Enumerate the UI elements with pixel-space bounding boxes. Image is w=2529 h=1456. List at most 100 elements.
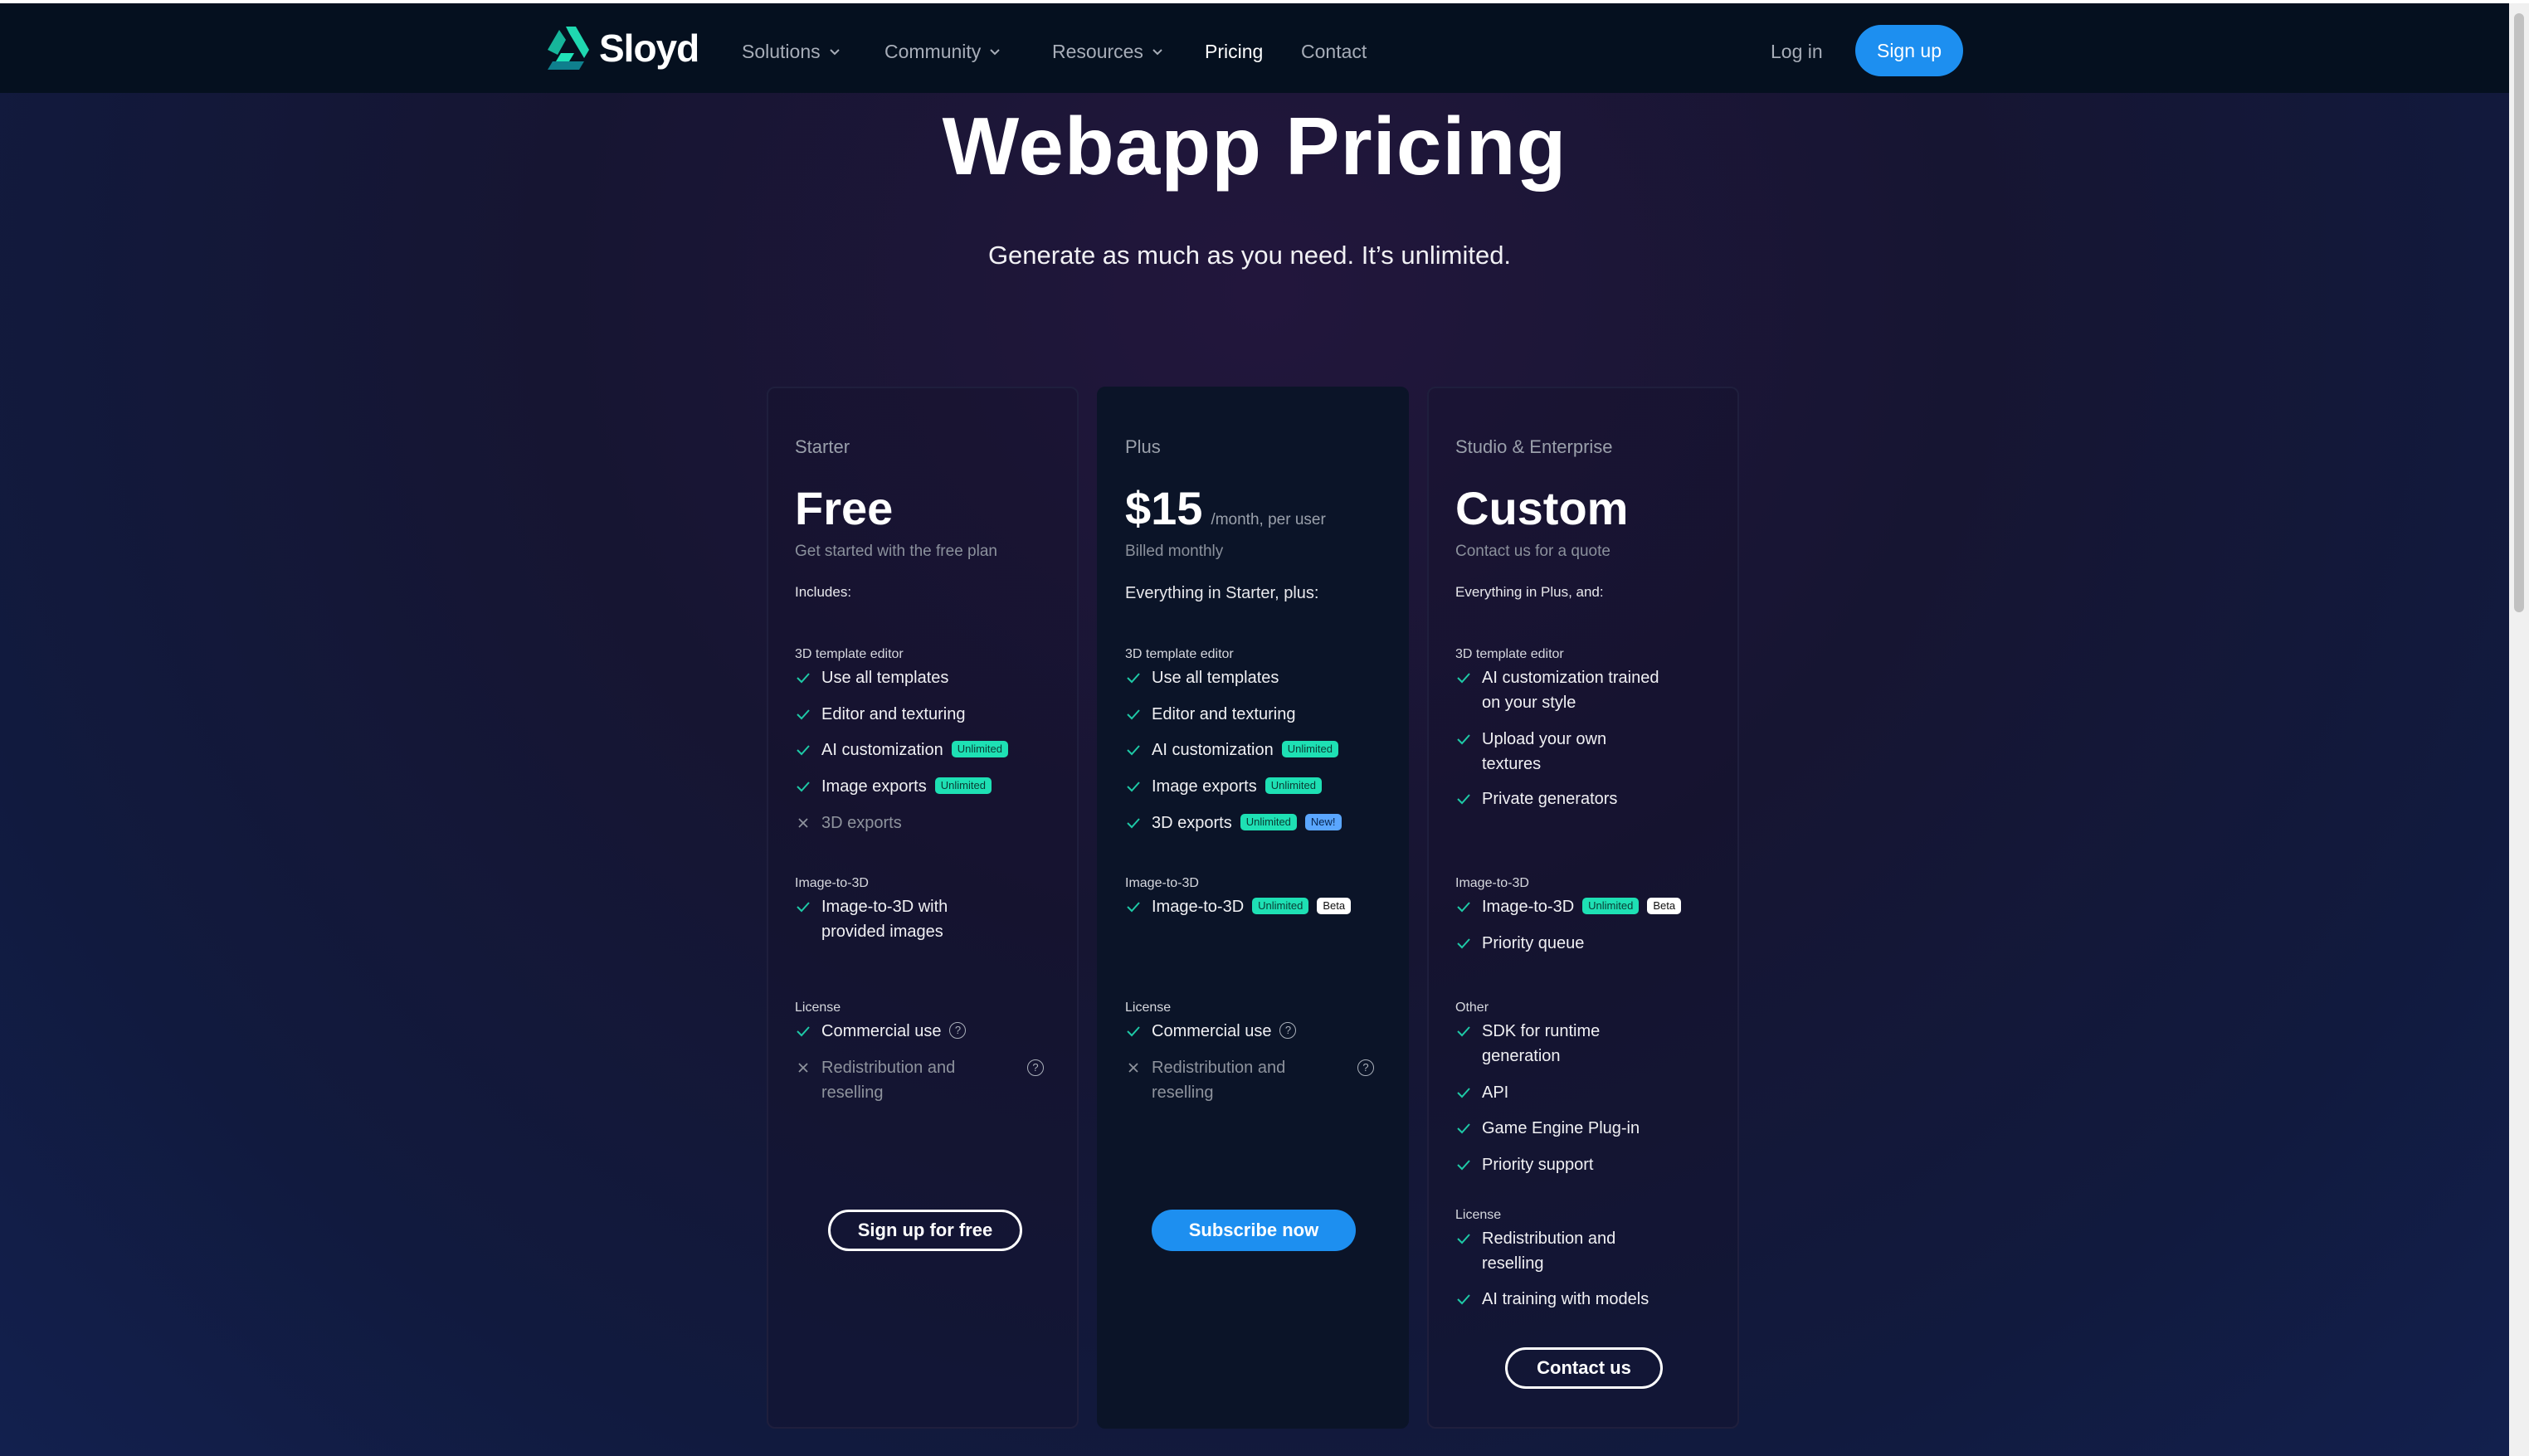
nav-community-label: Community	[884, 40, 982, 62]
feature-text: Private generators	[1482, 790, 1618, 808]
nav-contact[interactable]: Contact	[1301, 33, 1367, 70]
check-icon	[1455, 1226, 1472, 1251]
feature-text: Image-to-3D with provided images	[821, 898, 948, 941]
section-label-other: Other	[1455, 1001, 1489, 1015]
section-label-license: License	[795, 1001, 841, 1015]
feature-item: Editor and texturing	[1125, 702, 1382, 727]
feature-item: Private generators	[1455, 786, 1713, 811]
check-icon	[1125, 811, 1142, 835]
feature-item: Image-to-3D Unlimited Beta	[1125, 894, 1382, 919]
plan-tier: Plus	[1125, 436, 1161, 457]
cross-icon	[795, 811, 811, 835]
unlimited-badge: Unlimited	[1582, 897, 1640, 914]
feature-item: AI customization Unlimited	[1125, 738, 1382, 762]
check-icon	[795, 702, 811, 727]
unlimited-badge: Unlimited	[1281, 740, 1338, 757]
feature-text: AI customization	[821, 741, 943, 759]
plan-tier: Studio & Enterprise	[1455, 436, 1613, 457]
unlimited-badge: Unlimited	[1240, 813, 1297, 830]
plan-price: $15 /month, per user	[1125, 481, 1326, 535]
feature-item: Priority queue	[1455, 931, 1713, 956]
feature-item: Use all templates	[1125, 665, 1382, 690]
contact-us-button[interactable]: Contact us	[1505, 1347, 1663, 1389]
check-icon	[1455, 727, 1472, 752]
unlimited-badge: Unlimited	[1252, 897, 1309, 914]
subscribe-now-button[interactable]: Subscribe now	[1152, 1210, 1356, 1251]
feature-text: Redistribution and reselling	[1152, 1059, 1286, 1102]
beta-badge: Beta	[1317, 897, 1352, 914]
plan-includes-label: Includes:	[795, 584, 852, 600]
feature-item: Upload your own textures	[1455, 727, 1638, 777]
feature-text: Editor and texturing	[821, 705, 966, 723]
feature-item: 3D exports Unlimited New!	[1125, 811, 1382, 835]
check-icon	[1455, 665, 1472, 690]
plan-price: Custom	[1455, 481, 1628, 535]
beta-badge: Beta	[1647, 897, 1682, 914]
check-icon	[1455, 1287, 1472, 1312]
feature-item: Priority support	[1455, 1152, 1713, 1177]
feature-text: Priority support	[1482, 1156, 1594, 1174]
feature-item: API	[1455, 1080, 1713, 1105]
feature-text: Image exports	[821, 777, 927, 796]
page-scrollbar[interactable]	[2509, 3, 2529, 1456]
signup-button[interactable]: Sign up	[1855, 25, 1963, 76]
help-circle-icon[interactable]: ?	[1279, 1021, 1297, 1039]
feature-text: AI training with models	[1482, 1290, 1649, 1308]
feature-item: 3D exports	[795, 811, 1052, 835]
feature-item: AI customization Unlimited	[795, 738, 1052, 762]
nav-resources[interactable]: Resources	[1052, 33, 1163, 70]
plan-price-value: Free	[795, 482, 894, 534]
nav-pricing[interactable]: Pricing	[1205, 33, 1263, 70]
login-link[interactable]: Log in	[1771, 33, 1823, 70]
feature-text: Redistribution and reselling	[1482, 1230, 1616, 1273]
nav-community[interactable]: Community	[884, 33, 1001, 70]
plan-card-enterprise: Studio & Enterprise Custom Contact us fo…	[1427, 387, 1739, 1429]
feature-item: SDK for runtime generation	[1455, 1019, 1646, 1069]
feature-text: SDK for runtime generation	[1482, 1022, 1601, 1065]
chevron-down-icon	[829, 49, 840, 56]
scrollbar-thumb[interactable]	[2514, 13, 2524, 612]
nav-solutions[interactable]: Solutions	[742, 33, 841, 70]
check-icon	[1455, 931, 1472, 956]
sign-up-free-button[interactable]: Sign up for free	[828, 1210, 1022, 1251]
plan-price-note: Contact us for a quote	[1455, 543, 1610, 560]
plan-price-suffix: /month, per user	[1211, 511, 1326, 528]
feature-item: Redistribution and reselling	[1455, 1226, 1646, 1276]
help-circle-icon[interactable]: ?	[949, 1021, 967, 1039]
check-icon	[795, 665, 811, 690]
unlimited-badge: Unlimited	[951, 740, 1008, 757]
check-icon	[795, 738, 811, 762]
feature-text: Commercial use	[1152, 1022, 1272, 1040]
feature-text: Use all templates	[821, 669, 949, 687]
feature-item: Image exports Unlimited	[1125, 774, 1382, 799]
plan-includes-label: Everything in Starter, plus:	[1125, 584, 1319, 602]
page-title: Webapp Pricing	[942, 100, 1567, 192]
feature-item: Image exports Unlimited	[795, 774, 1052, 799]
nav-contact-label: Contact	[1301, 40, 1367, 62]
check-icon	[1455, 1019, 1472, 1044]
feature-text: AI customization trained on your style	[1482, 669, 1659, 712]
nav-pricing-label: Pricing	[1205, 40, 1264, 62]
feature-item: Use all templates	[795, 665, 1052, 690]
check-icon	[1125, 774, 1142, 799]
check-icon	[1125, 702, 1142, 727]
feature-text: Priority queue	[1482, 934, 1585, 952]
feature-text: AI customization	[1152, 741, 1274, 759]
page-subtitle: Generate as much as you need. It’s unlim…	[987, 241, 1512, 270]
unlimited-badge: Unlimited	[934, 777, 992, 794]
sloyd-logo[interactable]: Sloyd	[541, 22, 699, 75]
new-badge: New!	[1304, 813, 1342, 830]
check-icon	[1455, 1080, 1472, 1105]
feature-text: Redistribution and reselling	[821, 1059, 956, 1102]
help-circle-icon[interactable]: ?	[1027, 1059, 1044, 1076]
plan-includes-label: Everything in Plus, and:	[1455, 584, 1604, 600]
section-label-license: License	[1125, 1001, 1172, 1015]
feature-text: Editor and texturing	[1152, 705, 1296, 723]
cross-icon	[1125, 1055, 1142, 1080]
plan-card-starter: Starter Free Get started with the free p…	[767, 387, 1079, 1429]
section-label-image-to-3d: Image-to-3D	[1125, 876, 1199, 890]
chevron-down-icon	[990, 49, 1001, 56]
help-circle-icon[interactable]: ?	[1357, 1059, 1374, 1076]
plan-price-value: $15	[1125, 482, 1203, 534]
feature-item: Editor and texturing	[795, 702, 1052, 727]
